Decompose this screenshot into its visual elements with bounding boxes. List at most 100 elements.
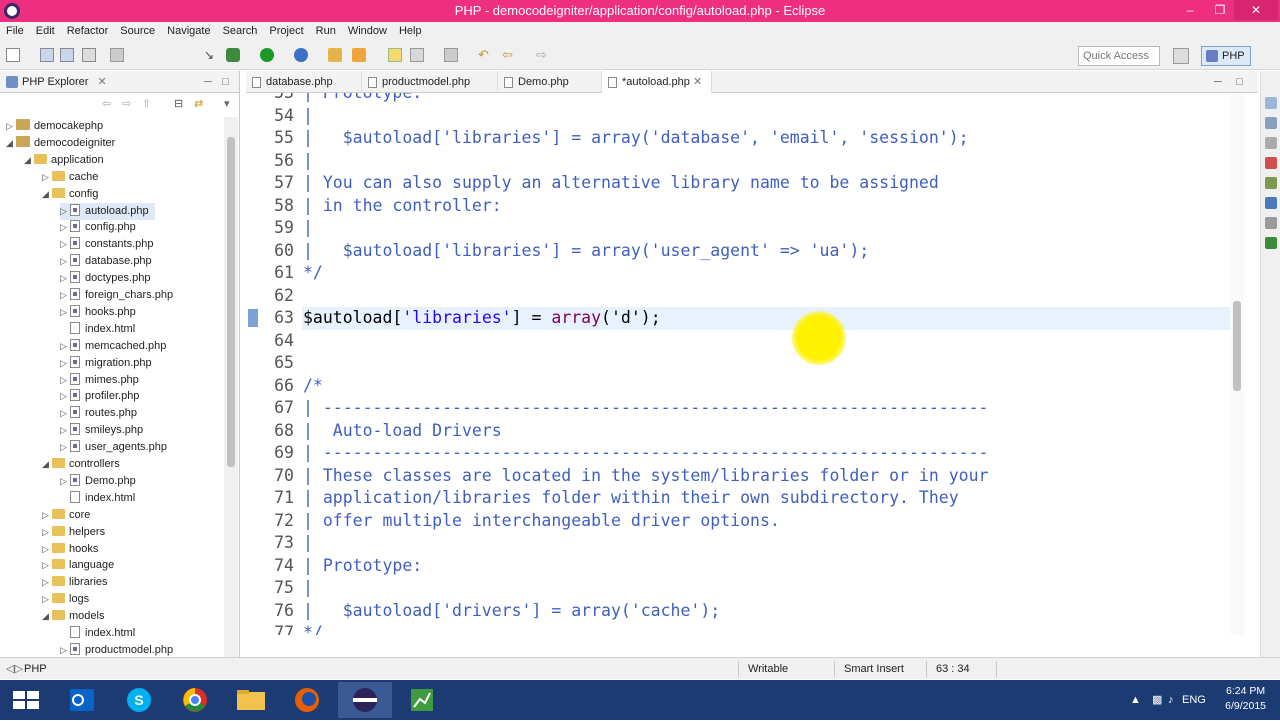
menu-run[interactable]: Run: [310, 22, 342, 40]
close-icon[interactable]: ✕: [690, 76, 702, 88]
taskbar-outlook[interactable]: [56, 682, 110, 718]
tree-item[interactable]: ▷ doctypes.php: [60, 270, 150, 287]
expand-toggle-icon[interactable]: ◢: [42, 456, 52, 473]
maximize-editor-icon[interactable]: □: [1236, 71, 1243, 93]
terminal-icon[interactable]: [110, 48, 124, 62]
next-annotation-icon[interactable]: [444, 48, 458, 62]
editor-tab[interactable]: database.php: [246, 71, 362, 93]
print-icon[interactable]: [82, 48, 96, 62]
volume-icon[interactable]: ♪: [1168, 680, 1174, 720]
tree-item[interactable]: index.html: [60, 321, 135, 338]
tree-item[interactable]: ▷ language: [42, 557, 114, 574]
problems-icon[interactable]: [1265, 137, 1277, 149]
code-line[interactable]: | --------------------------------------…: [303, 397, 988, 420]
new-php-icon[interactable]: [352, 48, 366, 62]
minimize-button[interactable]: –: [1176, 0, 1204, 20]
status-arrows-icon[interactable]: ◁▷: [6, 658, 23, 680]
php-perspective-button[interactable]: PHP: [1201, 46, 1251, 66]
outline-icon[interactable]: [1265, 97, 1277, 109]
tree-item[interactable]: ▷ database.php: [60, 253, 152, 270]
code-line[interactable]: /*: [303, 375, 323, 398]
tree-item[interactable]: ▷ foreign_chars.php: [60, 287, 173, 304]
quick-access-input[interactable]: Quick Access: [1078, 46, 1160, 66]
tree-item[interactable]: ▷ libraries: [42, 574, 108, 591]
expand-toggle-icon[interactable]: ▷: [42, 169, 52, 186]
new-icon[interactable]: [6, 48, 20, 62]
editor-tab[interactable]: *autoload.php ✕: [602, 71, 712, 93]
tree-item[interactable]: ▷ helpers: [42, 524, 105, 541]
tree-item[interactable]: ▷ democakephp: [6, 118, 103, 135]
expand-toggle-icon[interactable]: ◢: [6, 135, 16, 152]
expand-toggle-icon[interactable]: ▷: [42, 591, 52, 608]
close-icon[interactable]: ✕: [98, 76, 107, 88]
tree-item[interactable]: ▷ autoload.php: [60, 202, 155, 220]
debug-icon[interactable]: [226, 48, 240, 62]
code-line[interactable]: | Prototype:: [303, 555, 422, 578]
code-line[interactable]: | These classes are located in the syste…: [303, 465, 988, 488]
expand-toggle-icon[interactable]: ▷: [6, 118, 16, 135]
tree-item[interactable]: ▷ migration.php: [60, 355, 152, 372]
minimize-editor-icon[interactable]: ─: [1214, 71, 1222, 93]
menu-navigate[interactable]: Navigate: [161, 22, 216, 40]
menu-search[interactable]: Search: [217, 22, 264, 40]
expand-toggle-icon[interactable]: ▷: [42, 524, 52, 541]
expand-toggle-icon[interactable]: ◢: [42, 186, 52, 203]
php-explorer-tab[interactable]: PHP Explorer ✕ ─ □: [0, 71, 239, 93]
tree-item[interactable]: ◢ config: [42, 186, 98, 203]
skip-breakpoints-icon[interactable]: ↘: [204, 48, 218, 62]
start-button[interactable]: [0, 682, 54, 718]
tree-item[interactable]: ◢ application: [24, 152, 104, 169]
maximize-button[interactable]: ❐: [1206, 0, 1234, 20]
tree-item[interactable]: ▷ core: [42, 507, 90, 524]
taskbar-eclipse[interactable]: [338, 682, 392, 718]
menu-refactor[interactable]: Refactor: [61, 22, 115, 40]
tree-item[interactable]: ▷ memcached.php: [60, 338, 166, 355]
code-line[interactable]: | application/libraries folder within th…: [303, 487, 959, 510]
explorer-scrollbar-thumb[interactable]: [227, 137, 235, 467]
editor-scrollbar-thumb[interactable]: [1233, 301, 1241, 391]
code-line[interactable]: | in the controller:: [303, 195, 502, 218]
bookmarks-icon[interactable]: [1265, 217, 1277, 229]
code-line[interactable]: |: [303, 105, 313, 128]
maximize-view-icon[interactable]: □: [222, 71, 229, 93]
tree-item[interactable]: ◢ democodeigniter: [6, 135, 115, 152]
code-line[interactable]: |: [303, 577, 313, 600]
tree-item[interactable]: ▷ constants.php: [60, 236, 154, 253]
expand-toggle-icon[interactable]: ▷: [42, 541, 52, 558]
tree-item[interactable]: ◢ models: [42, 608, 104, 625]
code-line[interactable]: | Prototype:: [303, 93, 422, 105]
open-perspective-icon[interactable]: [1173, 48, 1189, 64]
tree-item[interactable]: ◢ controllers: [42, 456, 120, 473]
minimize-view-icon[interactable]: ─: [204, 71, 212, 93]
editor-tab[interactable]: Demo.php: [498, 71, 602, 93]
tasks-icon[interactable]: [1265, 117, 1277, 129]
tree-item[interactable]: ▷ user_agents.php: [60, 439, 167, 456]
link-editor-icon[interactable]: ⇄: [194, 97, 203, 110]
save-all-icon[interactable]: [60, 48, 74, 62]
view-menu-icon[interactable]: ▾: [224, 97, 230, 110]
expand-toggle-icon[interactable]: ◢: [24, 152, 34, 169]
code-line[interactable]: */: [303, 622, 323, 635]
code-line[interactable]: */: [303, 262, 323, 285]
taskbar-chrome[interactable]: [168, 682, 222, 718]
tree-item[interactable]: ▷ smileys.php: [60, 422, 143, 439]
code-line[interactable]: |: [303, 150, 313, 173]
tree-item[interactable]: index.html: [60, 490, 135, 507]
menu-file[interactable]: File: [0, 22, 30, 40]
code-line[interactable]: | Auto-load Drivers: [303, 420, 502, 443]
expand-toggle-icon[interactable]: ▷: [42, 507, 52, 524]
network-icon[interactable]: ▩: [1152, 680, 1162, 720]
close-button[interactable]: ✕: [1234, 0, 1278, 20]
save-icon[interactable]: [40, 48, 54, 62]
annotation-icon[interactable]: [410, 48, 424, 62]
code-line[interactable]: | $autoload['libraries'] = array('databa…: [303, 127, 969, 150]
back-icon[interactable]: ⇦: [502, 48, 516, 62]
open-type-icon[interactable]: [328, 48, 342, 62]
code-line[interactable]: $autoload['libraries'] = array('d');: [303, 307, 661, 330]
tree-item[interactable]: ▷ config.php: [60, 219, 136, 236]
forward-icon[interactable]: ⇨: [536, 48, 550, 62]
tree-item[interactable]: ▷ hooks.php: [60, 304, 136, 321]
collapse-all-icon[interactable]: ⊟: [174, 97, 183, 110]
expand-toggle-icon[interactable]: ▷: [42, 557, 52, 574]
tray-chevron-icon[interactable]: ▲: [1130, 680, 1141, 720]
